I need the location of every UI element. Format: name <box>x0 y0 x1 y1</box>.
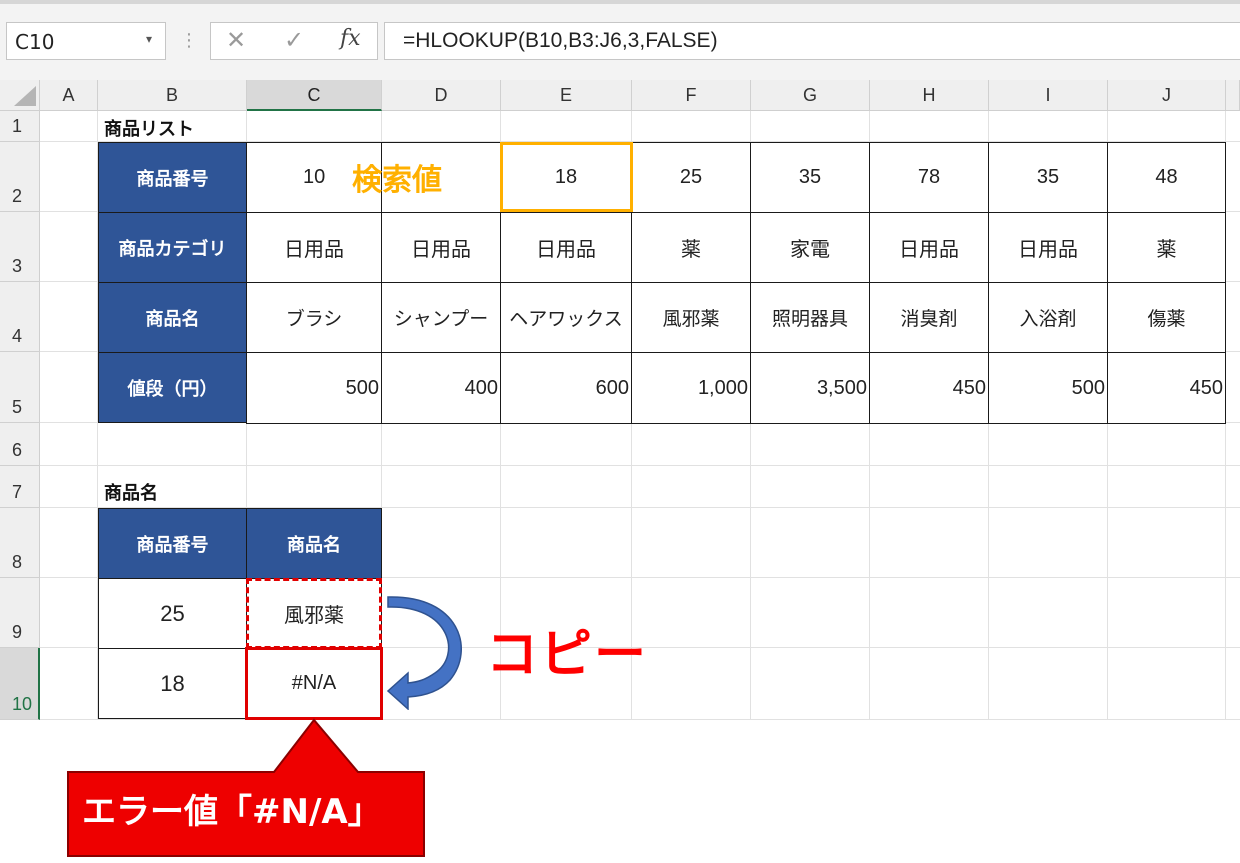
name-box[interactable]: C10 <box>6 22 166 60</box>
row-header-category[interactable]: 商品カテゴリ <box>98 212 247 283</box>
price-cell[interactable]: 3,500 <box>750 352 870 424</box>
category-cell[interactable]: 日用品 <box>381 212 501 283</box>
table2-header-name[interactable]: 商品名 <box>246 508 382 579</box>
gridline <box>40 465 1240 466</box>
copy-label: コピー <box>486 625 649 685</box>
price-cell[interactable]: 400 <box>381 352 501 424</box>
row-header[interactable]: 2 <box>0 142 40 212</box>
column-header[interactable]: I <box>989 80 1108 111</box>
column-header[interactable]: G <box>751 80 870 111</box>
chevron-down-icon[interactable]: ▾ <box>146 32 152 46</box>
row-header[interactable]: 3 <box>0 212 40 282</box>
product-name-cell[interactable]: 入浴剤 <box>988 282 1108 353</box>
row-header[interactable]: 1 <box>0 111 40 142</box>
price-cell[interactable]: 500 <box>988 352 1108 424</box>
price-cell[interactable]: 600 <box>500 352 632 424</box>
select-all-triangle-icon <box>14 86 36 106</box>
product-name-cell[interactable]: 風邪薬 <box>631 282 751 353</box>
column-header[interactable]: J <box>1108 80 1226 111</box>
table1-title: 商品リスト <box>104 119 194 140</box>
cancel-icon[interactable]: ✕ <box>226 26 246 54</box>
category-cell[interactable]: 薬 <box>631 212 751 283</box>
row-header-product-name[interactable]: 商品名 <box>98 282 247 353</box>
product-name-cell[interactable]: 照明器具 <box>750 282 870 353</box>
table2-number-cell[interactable]: 25 <box>98 578 247 649</box>
check-icon[interactable]: ✓ <box>284 26 304 54</box>
product-name-cell[interactable]: ヘアワックス <box>500 282 632 353</box>
product-number-cell[interactable]: 25 <box>631 142 751 213</box>
category-cell[interactable]: 日用品 <box>869 212 989 283</box>
error-callout-text: エラー値「#N/A」 <box>82 792 382 832</box>
column-header[interactable]: A <box>40 80 98 111</box>
row-header[interactable]: 8 <box>0 508 40 578</box>
column-header[interactable]: C <box>247 80 382 111</box>
drag-handle-icon[interactable]: ⋮ <box>180 30 198 51</box>
product-number-cell[interactable]: 35 <box>750 142 870 213</box>
row-header[interactable]: 6 <box>0 423 40 466</box>
product-number-cell[interactable]: 48 <box>1107 142 1226 213</box>
row-header[interactable]: 4 <box>0 282 40 352</box>
column-header[interactable]: E <box>501 80 632 111</box>
table2-title: 商品名 <box>104 483 158 504</box>
copy-marquee <box>246 578 382 649</box>
column-header[interactable]: H <box>870 80 989 111</box>
price-cell[interactable]: 1,000 <box>631 352 751 424</box>
category-cell[interactable]: 薬 <box>1107 212 1226 283</box>
price-cell[interactable]: 500 <box>246 352 382 424</box>
product-name-cell[interactable]: ブラシ <box>246 282 382 353</box>
column-header-filler <box>1226 80 1240 111</box>
copy-arrow-icon <box>386 596 462 710</box>
product-name-cell[interactable]: 傷薬 <box>1107 282 1226 353</box>
column-header[interactable]: D <box>382 80 501 111</box>
row-header-price[interactable]: 値段（円） <box>98 352 247 423</box>
row-header[interactable]: 7 <box>0 466 40 508</box>
table2-header-number[interactable]: 商品番号 <box>98 508 247 579</box>
active-cell-highlight <box>245 647 383 720</box>
column-header[interactable]: F <box>632 80 751 111</box>
category-cell[interactable]: 家電 <box>750 212 870 283</box>
product-number-cell[interactable]: 35 <box>988 142 1108 213</box>
row-header-product-number[interactable]: 商品番号 <box>98 142 247 213</box>
category-cell[interactable]: 日用品 <box>500 212 632 283</box>
table2-number-cell[interactable]: 18 <box>98 648 247 719</box>
row-header[interactable]: 5 <box>0 352 40 423</box>
category-cell[interactable]: 日用品 <box>988 212 1108 283</box>
column-header[interactable]: B <box>98 80 247 111</box>
price-cell[interactable]: 450 <box>1107 352 1226 424</box>
row-header[interactable]: 9 <box>0 578 40 648</box>
category-cell[interactable]: 日用品 <box>246 212 382 283</box>
price-cell[interactable]: 450 <box>869 352 989 424</box>
product-number-cell[interactable]: 78 <box>869 142 989 213</box>
row-header[interactable]: 10 <box>0 648 40 720</box>
search-value-label: 検索値 <box>352 163 442 198</box>
formula-input[interactable]: =HLOOKUP(B10,B3:J6,3,FALSE) <box>384 22 1240 60</box>
insert-function-icon[interactable]: fx <box>340 26 361 51</box>
product-name-cell[interactable]: 消臭剤 <box>869 282 989 353</box>
search-value-highlight <box>500 142 633 212</box>
product-name-cell[interactable]: シャンプー <box>381 282 501 353</box>
